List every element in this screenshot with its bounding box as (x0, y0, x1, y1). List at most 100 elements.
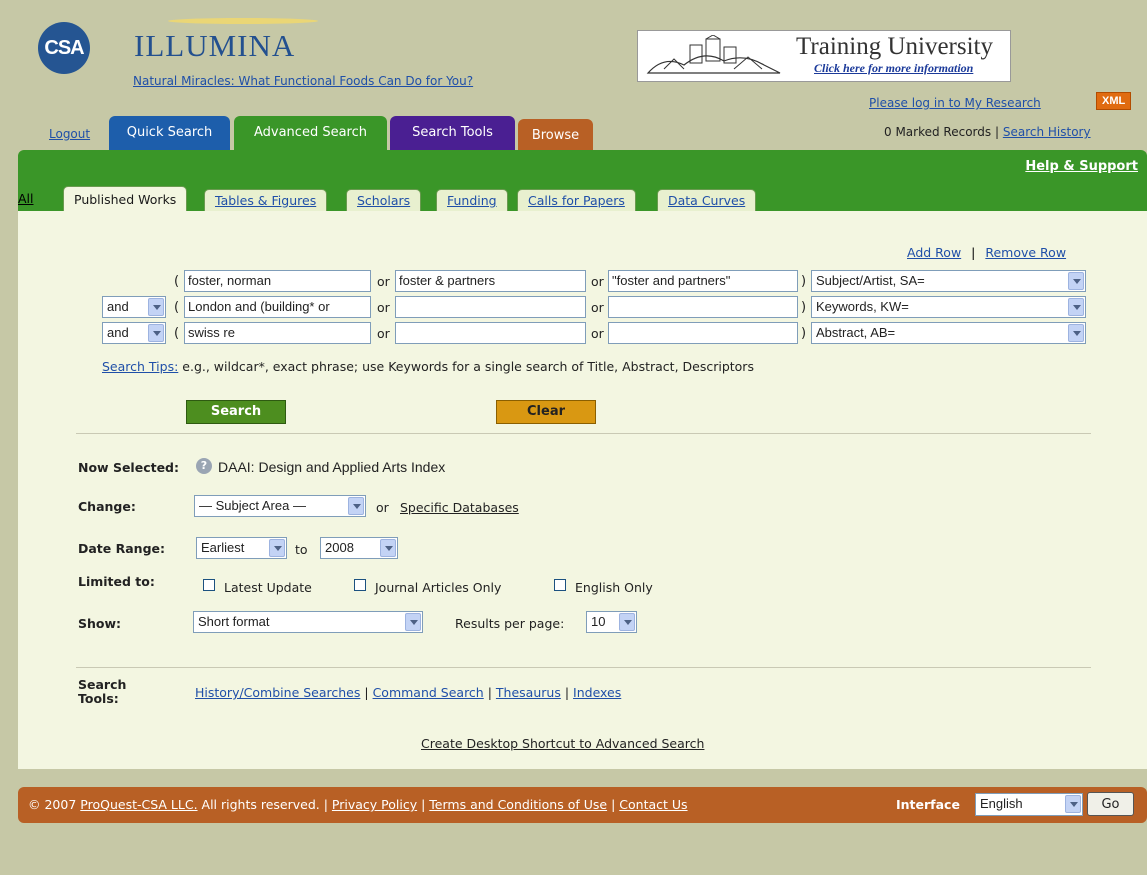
search-term-2-1[interactable]: London and (building* or (184, 296, 371, 318)
english-only-checkbox[interactable] (554, 579, 566, 591)
chevron-down-icon[interactable] (619, 613, 635, 631)
privacy-policy-link[interactable]: Privacy Policy (332, 797, 417, 812)
help-icon[interactable]: ? (196, 458, 212, 474)
tagline-link[interactable]: Natural Miracles: What Functional Foods … (133, 74, 528, 89)
chevron-down-icon[interactable] (1068, 298, 1084, 316)
open-paren: ( (174, 326, 180, 341)
add-row-link[interactable]: Add Row (907, 245, 961, 260)
divider (76, 433, 1091, 434)
or-label: or (377, 274, 390, 289)
desktop-shortcut-link[interactable]: Create Desktop Shortcut to Advanced Sear… (421, 736, 704, 751)
indexes-link[interactable]: Indexes (573, 685, 621, 700)
tab-advanced-search[interactable]: Advanced Search (234, 116, 387, 150)
latest-update-checkbox[interactable] (203, 579, 215, 591)
subject-area-value: — Subject Area — (199, 498, 306, 513)
search-term-1-2[interactable]: foster & partners (395, 270, 586, 292)
search-term-2-3[interactable] (608, 296, 798, 318)
date-from-value: Earliest (201, 540, 245, 555)
tab-quick-search[interactable]: Quick Search (109, 116, 230, 150)
search-tips-text: e.g., wildcar*, exact phrase; use Keywor… (178, 359, 754, 374)
logout-link[interactable]: Logout (49, 127, 90, 141)
results-per-page-label: Results per page: (455, 616, 565, 631)
search-button[interactable]: Search (186, 400, 286, 424)
search-term-3-3[interactable] (608, 322, 798, 344)
history-combine-link[interactable]: History/Combine Searches (195, 685, 360, 700)
subject-area-select[interactable]: — Subject Area — (194, 495, 366, 517)
subtab-scholars[interactable]: Scholars (346, 189, 422, 212)
field-select-2[interactable]: Keywords, KW= (811, 296, 1086, 318)
english-only-label: English Only (575, 580, 653, 595)
page: CSA ILLUMINA Natural Miracles: What Func… (18, 0, 1147, 875)
thesaurus-link[interactable]: Thesaurus (496, 685, 561, 700)
remove-row-link[interactable]: Remove Row (985, 245, 1066, 260)
training-banner[interactable]: Training University Click here for more … (637, 30, 1011, 82)
xml-badge[interactable]: XML (1096, 92, 1132, 110)
search-tools-label-line2: Tools: (78, 691, 119, 706)
company-link[interactable]: ProQuest-CSA LLC. (80, 797, 197, 812)
chevron-down-icon[interactable] (148, 298, 164, 316)
subtab-data-curves[interactable]: Data Curves (657, 189, 757, 212)
boolean-value: and (107, 299, 129, 314)
tab-browse[interactable]: Browse (518, 119, 593, 150)
help-support-link[interactable]: Help & Support (1025, 159, 1138, 174)
chevron-down-icon[interactable] (1068, 272, 1084, 290)
marked-records-count[interactable]: 0 Marked Records (884, 125, 991, 139)
boolean-select-3[interactable]: and (102, 322, 166, 344)
separator: | (994, 125, 1000, 139)
search-term-3-2[interactable] (395, 322, 586, 344)
contact-us-link[interactable]: Contact Us (619, 797, 687, 812)
search-term-1-1[interactable]: foster, norman (184, 270, 371, 292)
subtab-funding[interactable]: Funding (436, 189, 508, 212)
search-term-2-2[interactable] (395, 296, 586, 318)
chevron-down-icon[interactable] (269, 539, 285, 557)
field-select-3[interactable]: Abstract, AB= (811, 322, 1086, 344)
chevron-down-icon[interactable] (1065, 795, 1081, 813)
tagline-text[interactable]: Natural Miracles: What Functional Foods … (133, 74, 473, 88)
footer: © 2007 ProQuest-CSA LLC. All rights rese… (18, 787, 1147, 823)
copyright: © 2007 (28, 797, 77, 812)
separator: | (564, 685, 570, 700)
chevron-down-icon[interactable] (348, 497, 364, 515)
chevron-down-icon[interactable] (148, 324, 164, 342)
csa-logo[interactable]: CSA (38, 22, 90, 74)
or-label: or (376, 500, 389, 515)
boolean-select-2[interactable]: and (102, 296, 166, 318)
chevron-down-icon[interactable] (380, 539, 396, 557)
subtab-data-curves-label[interactable]: Data Curves (668, 193, 745, 208)
tab-search-tools[interactable]: Search Tools (390, 116, 515, 150)
subtab-tables-figures-label[interactable]: Tables & Figures (215, 193, 316, 208)
date-from-select[interactable]: Earliest (196, 537, 287, 559)
subtab-published-works[interactable]: Published Works (63, 186, 188, 212)
chevron-down-icon[interactable] (405, 613, 421, 631)
or-label: or (377, 326, 390, 341)
journal-articles-label: Journal Articles Only (375, 580, 502, 595)
journal-articles-checkbox[interactable] (354, 579, 366, 591)
subtab-scholars-label[interactable]: Scholars (357, 193, 410, 208)
date-to-select[interactable]: 2008 (320, 537, 398, 559)
search-term-3-1[interactable]: swiss re (184, 322, 371, 344)
subtab-funding-label[interactable]: Funding (447, 193, 497, 208)
results-per-page-select[interactable]: 10 (586, 611, 637, 633)
chevron-down-icon[interactable] (1068, 324, 1084, 342)
rights-text: All rights reserved. | (201, 797, 328, 812)
search-tips-link[interactable]: Search Tips: (102, 359, 178, 374)
brand-arc-decoration (168, 18, 318, 24)
clear-button[interactable]: Clear (496, 400, 596, 424)
command-search-link[interactable]: Command Search (373, 685, 484, 700)
subtab-tables-figures[interactable]: Tables & Figures (204, 189, 328, 212)
subtab-all[interactable]: All (18, 191, 34, 206)
language-select[interactable]: English (975, 793, 1083, 816)
banner-subtitle[interactable]: Click here for more information (814, 61, 973, 76)
search-history-link[interactable]: Search History (1003, 125, 1091, 139)
login-link[interactable]: Please log in to My Research (869, 96, 1041, 110)
terms-link[interactable]: Terms and Conditions of Use (429, 797, 607, 812)
field-select-1[interactable]: Subject/Artist, SA= (811, 270, 1086, 292)
or-label: or (591, 326, 604, 341)
show-format-select[interactable]: Short format (193, 611, 423, 633)
search-term-1-3[interactable]: "foster and partners" (608, 270, 798, 292)
go-button[interactable]: Go (1087, 792, 1134, 816)
subtab-calls-for-papers[interactable]: Calls for Papers (517, 189, 636, 212)
specific-databases-link[interactable]: Specific Databases (400, 500, 519, 515)
search-tools-label: Search Tools: (78, 678, 126, 706)
subtab-calls-label[interactable]: Calls for Papers (528, 193, 625, 208)
